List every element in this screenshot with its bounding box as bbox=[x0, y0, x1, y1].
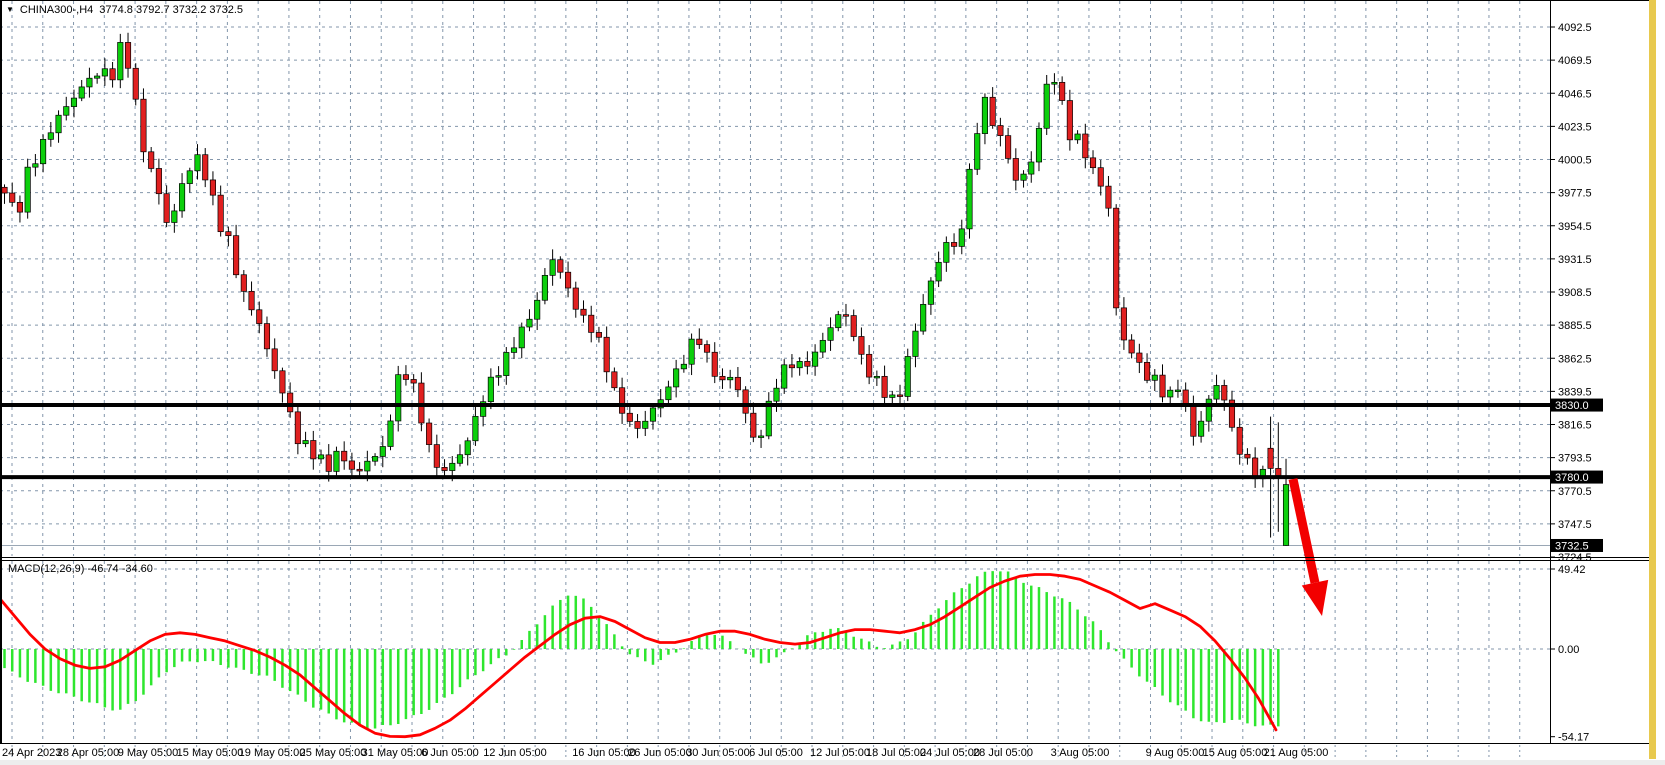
svg-text:3780.0: 3780.0 bbox=[1555, 472, 1589, 484]
svg-text:3977.5: 3977.5 bbox=[1558, 188, 1592, 200]
svg-text:6 Jun 05:00: 6 Jun 05:00 bbox=[421, 747, 479, 759]
price-badge: 3780.0 bbox=[1551, 471, 1603, 485]
price-badge: 3732.5 bbox=[1551, 539, 1603, 553]
macd-axis[interactable]: 49.42 0.00 -54.17 bbox=[1550, 564, 1589, 744]
svg-text:0.00: 0.00 bbox=[1558, 644, 1579, 656]
svg-text:24 Apr 2023: 24 Apr 2023 bbox=[2, 747, 61, 759]
time-axis[interactable]: 24 Apr 202328 Apr 05:009 May 05:0015 May… bbox=[2, 747, 1328, 759]
svg-text:3862.5: 3862.5 bbox=[1558, 353, 1592, 365]
one-click-dropdown-icon[interactable]: ▼ bbox=[6, 5, 14, 15]
svg-text:31 May 05:00: 31 May 05:00 bbox=[362, 747, 429, 759]
svg-text:3830.0: 3830.0 bbox=[1555, 400, 1589, 412]
svg-text:3816.5: 3816.5 bbox=[1558, 420, 1592, 432]
svg-text:9 May 05:00: 9 May 05:00 bbox=[118, 747, 179, 759]
macd-histogram bbox=[5, 571, 1279, 729]
svg-text:49.42: 49.42 bbox=[1558, 564, 1586, 576]
price-badge: 3830.0 bbox=[1551, 399, 1603, 413]
svg-text:4000.5: 4000.5 bbox=[1558, 155, 1592, 167]
svg-text:26 Jun 05:00: 26 Jun 05:00 bbox=[628, 747, 692, 759]
chart-window: ▼ CHINA300-,H4 3774.8 3792.7 3732.2 3732… bbox=[0, 0, 1665, 765]
svg-text:15 Aug 05:00: 15 Aug 05:00 bbox=[1203, 747, 1268, 759]
down-trend-arrow[interactable] bbox=[1293, 479, 1328, 616]
bottom-strip bbox=[0, 760, 1665, 765]
svg-text:19 May 05:00: 19 May 05:00 bbox=[239, 747, 306, 759]
svg-text:3793.5: 3793.5 bbox=[1558, 453, 1592, 465]
svg-text:3954.5: 3954.5 bbox=[1558, 221, 1592, 233]
right-edge-strip bbox=[1649, 0, 1656, 759]
svg-text:4023.5: 4023.5 bbox=[1558, 121, 1592, 133]
chart-titlebar: ▼ CHINA300-,H4 3774.8 3792.7 3732.2 3732… bbox=[6, 3, 243, 17]
panel-borders bbox=[0, 0, 1656, 744]
svg-text:15 May 05:00: 15 May 05:00 bbox=[177, 747, 244, 759]
candlestick-series bbox=[2, 33, 1289, 546]
svg-text:16 Jun 05:00: 16 Jun 05:00 bbox=[572, 747, 636, 759]
svg-text:28 Apr 05:00: 28 Apr 05:00 bbox=[57, 747, 119, 759]
svg-text:6 Jul 05:00: 6 Jul 05:00 bbox=[749, 747, 803, 759]
svg-text:3770.5: 3770.5 bbox=[1558, 486, 1592, 498]
svg-text:3839.5: 3839.5 bbox=[1558, 386, 1592, 398]
svg-text:18 Jul 05:00: 18 Jul 05:00 bbox=[866, 747, 926, 759]
svg-text:3908.5: 3908.5 bbox=[1558, 287, 1592, 299]
svg-text:-54.17: -54.17 bbox=[1558, 732, 1589, 744]
svg-text:3732.5: 3732.5 bbox=[1555, 540, 1589, 552]
svg-text:9 Aug 05:00: 9 Aug 05:00 bbox=[1146, 747, 1205, 759]
ohlc-values: 3774.8 3792.7 3732.2 3732.5 bbox=[99, 4, 243, 16]
svg-text:25 May 05:00: 25 May 05:00 bbox=[300, 747, 367, 759]
svg-text:3724.5: 3724.5 bbox=[1558, 552, 1592, 564]
svg-text:12 Jun 05:00: 12 Jun 05:00 bbox=[483, 747, 547, 759]
svg-text:12 Jul 05:00: 12 Jul 05:00 bbox=[810, 747, 870, 759]
svg-text:21 Aug 05:00: 21 Aug 05:00 bbox=[1264, 747, 1329, 759]
svg-text:30 Jun 05:00: 30 Jun 05:00 bbox=[686, 747, 750, 759]
svg-text:3 Aug 05:00: 3 Aug 05:00 bbox=[1051, 747, 1110, 759]
svg-text:3885.5: 3885.5 bbox=[1558, 320, 1592, 332]
chart-canvas[interactable]: 4092.5 4069.5 4046.5 4023.5 4000.5 3977.5 3954… bbox=[0, 0, 1665, 765]
svg-text:4092.5: 4092.5 bbox=[1558, 22, 1592, 34]
svg-text:4069.5: 4069.5 bbox=[1558, 55, 1592, 67]
svg-text:3931.5: 3931.5 bbox=[1558, 254, 1592, 266]
svg-text:4046.5: 4046.5 bbox=[1558, 88, 1592, 100]
symbol-period-label: CHINA300-,H4 bbox=[20, 4, 93, 16]
svg-text:28 Jul 05:00: 28 Jul 05:00 bbox=[973, 747, 1033, 759]
svg-text:3747.5: 3747.5 bbox=[1558, 519, 1592, 531]
svg-text:24 Jul 05:00: 24 Jul 05:00 bbox=[920, 747, 980, 759]
macd-indicator-label: MACD(12,26,9) -46.74 -34.60 bbox=[8, 563, 153, 575]
